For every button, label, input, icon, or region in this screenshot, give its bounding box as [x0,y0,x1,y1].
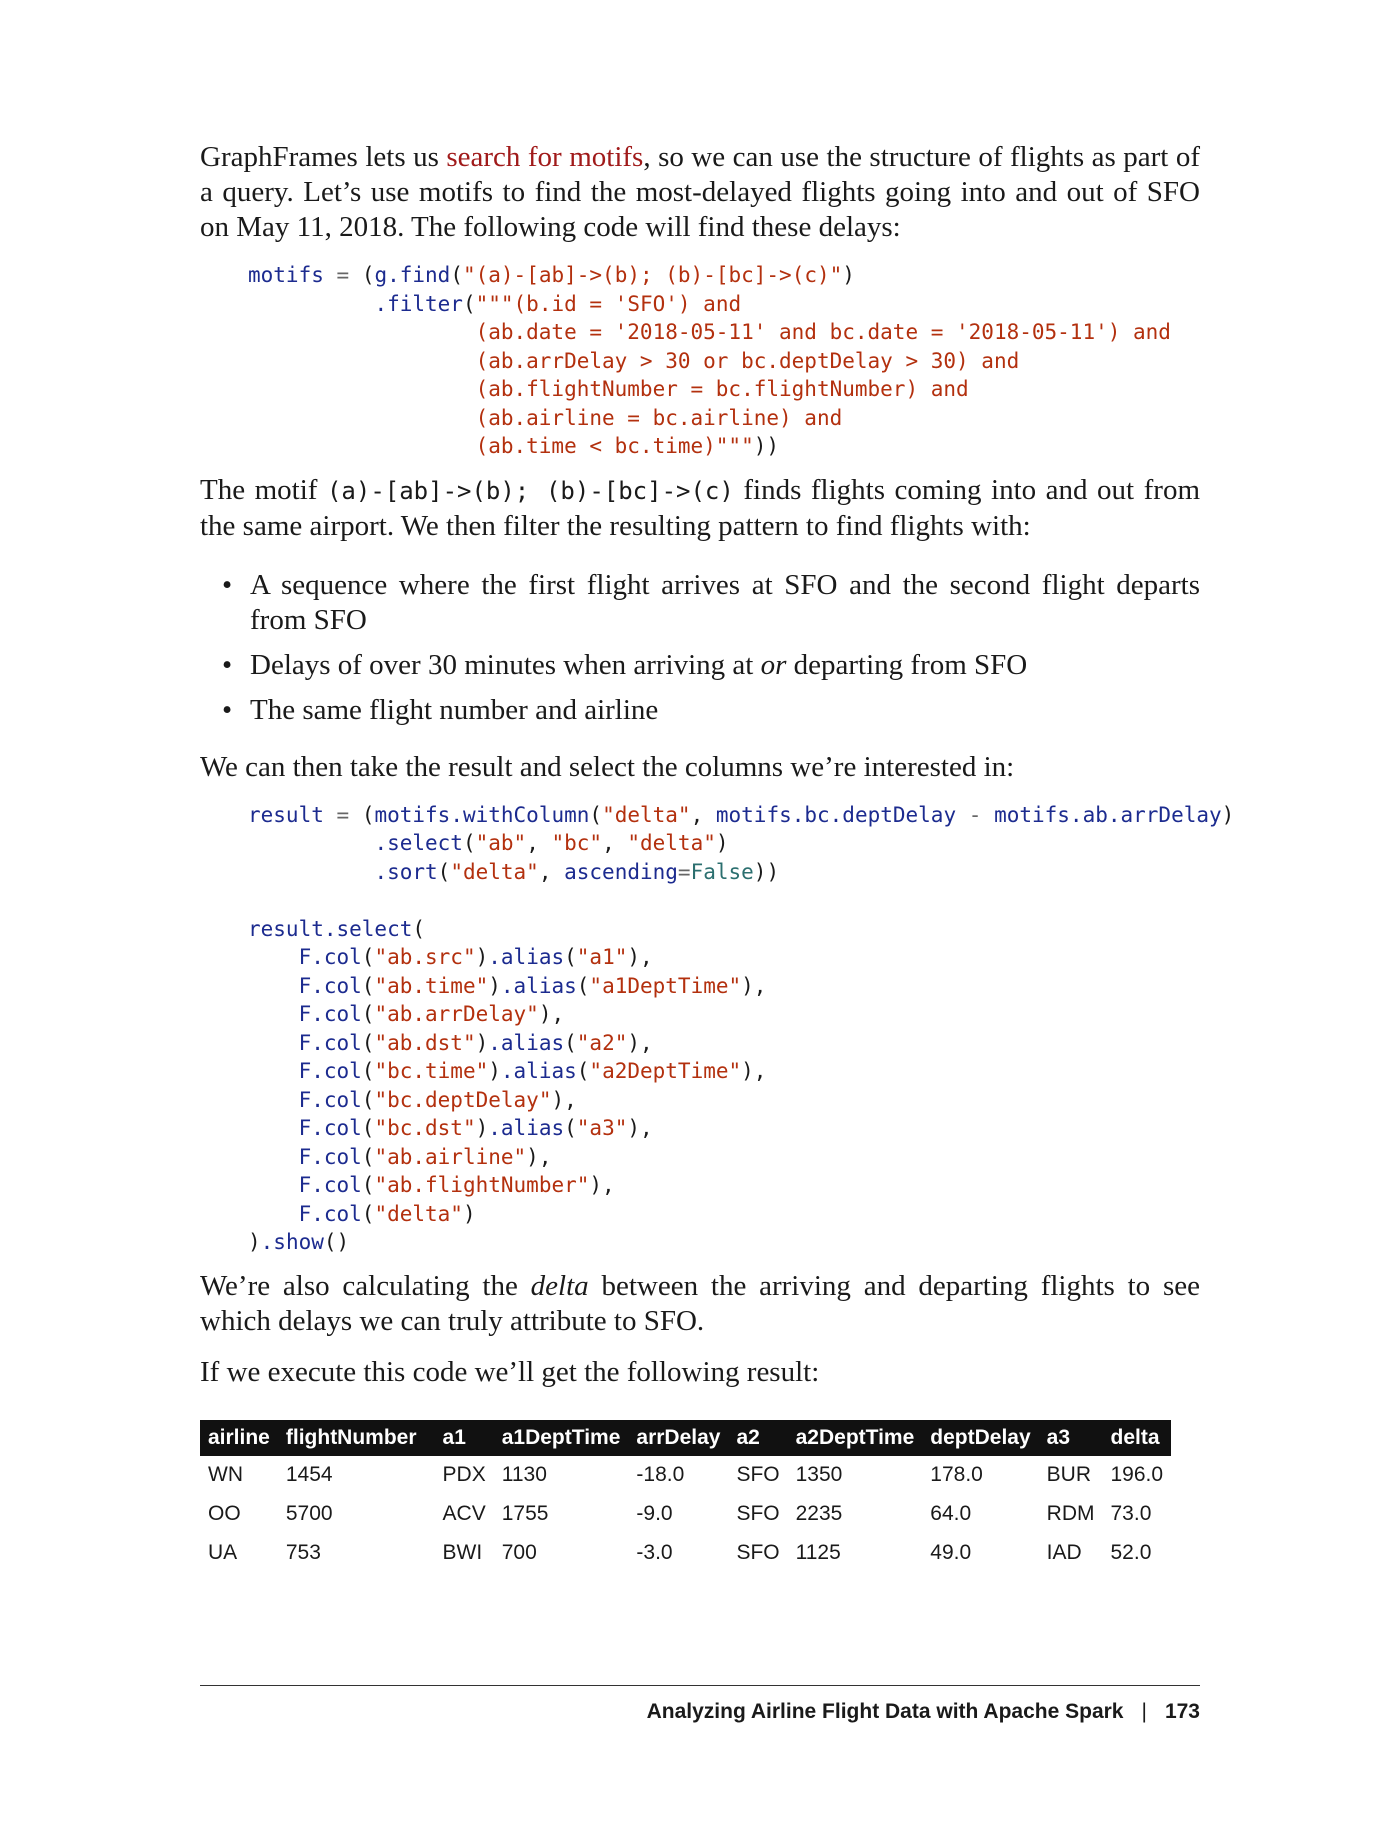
col-header-a2depttime: a2DeptTime [787,1419,923,1456]
cell-flightnumber: 753 [285,1541,321,1564]
code-line: (ab.time < bc.time)""")) [248,434,780,458]
code-line: (ab.flightNumber = bc.flightNumber) and [248,377,969,401]
col-header-delta: delta [1102,1419,1172,1456]
cell-a2depttime: 2235 [795,1502,843,1525]
code-line: F.col("ab.airline"), [298,1144,552,1169]
list-item-text: The same flight number and airline [250,693,659,726]
code-line: (ab.arrDelay > 30 or bc.deptDelay > 30) … [248,348,1020,373]
emphasis-or: or [760,648,787,681]
cell-a2depttime: 1125 [795,1541,841,1564]
delta-paragraph: We’re also calculating the delta between… [200,1269,1200,1339]
cell-a1: PDX [442,1463,486,1486]
emphasis-delta: delta [530,1269,589,1302]
cell-flightnumber: 1454 [285,1463,333,1486]
code-line: F.col("ab.dst").alias("a2"), [298,1030,653,1055]
intro-paragraph: GraphFrames lets us search for motifs, s… [200,140,1200,245]
list-item: The same flight number and airline [200,693,1200,728]
col-header-airline: airline [200,1419,278,1456]
cell-deptdelay: 178.0 [930,1463,983,1486]
cell-a2: SFO [736,1541,780,1564]
footer-divider [200,1685,1200,1686]
intro-text-start: GraphFrames lets us [200,141,447,173]
cell-arrdelay: -18.0 [636,1463,685,1486]
code-line: F.col("bc.time").alias("a2DeptTime"), [298,1059,767,1083]
col-header-a1: a1 [434,1419,494,1456]
code-block-motifs: motifs = (g.find("(a)-[ab]->(b); (b)-[bc… [200,261,1200,461]
code-line: (ab.airline = bc.airline) and [248,405,843,430]
result-intro-paragraph: If we execute this code we’ll get the fo… [200,1355,820,1388]
col-header-arrdelay: arrDelay [628,1419,729,1456]
code-line: motifs = (g.find("(a)-[ab]->(b); (b)-[bc… [248,263,855,287]
cell-deptdelay: 49.0 [930,1541,972,1564]
code-line: F.col("bc.dst").alias("a3"), [298,1116,653,1140]
code-line: F.col("ab.src").alias("a1"), [298,945,653,969]
cell-a3: RDM [1046,1502,1095,1525]
cell-a2depttime: 1350 [795,1463,843,1486]
list-item-text: A sequence where the first flight arrive… [250,568,1200,636]
table-row: UA 753 BWI 700 -3.0 SFO 1125 49.0 IAD 52… [200,1534,1171,1573]
cell-delta: 73.0 [1110,1502,1152,1525]
table-header-row: airline flightNumber a1 a1DeptTime arrDe… [200,1419,1172,1456]
table-row: OO 5700 ACV 1755 -9.0 SFO 2235 64.0 RDM … [200,1495,1171,1534]
col-header-flightnumber: flightNumber [277,1419,435,1456]
list-item-text: departing from SFO [786,648,1028,681]
cell-arrdelay: -3.0 [636,1541,673,1564]
list-item-text: Delays of over 30 minutes when arriving … [250,648,761,681]
code-line: F.col("ab.arrDelay"), [298,1002,565,1026]
motif-text-start: The motif [200,473,327,506]
cell-a1depttime: 1755 [501,1502,549,1525]
cell-arrdelay: -9.0 [636,1502,673,1525]
footer-separator: | [1141,1700,1147,1723]
code-line: ).show() [248,1230,350,1254]
code-line: F.col("delta") [298,1201,476,1226]
motif-explanation-paragraph: The motif (a)-[ab]->(b); (b)-[bc]->(c) f… [200,473,1200,544]
cell-airline: UA [208,1541,238,1564]
cell-flightnumber: 5700 [285,1502,333,1525]
page-number: 173 [1164,1700,1200,1723]
cell-a2: SFO [736,1463,780,1486]
cell-airline: OO [208,1502,241,1525]
col-header-a2: a2 [728,1419,788,1456]
cell-delta: 196.0 [1110,1463,1164,1486]
list-item: Delays of over 30 minutes when arriving … [200,648,1200,683]
delta-text-start: We’re also calculating the [200,1269,531,1302]
inline-code-motif: (a)-[ab]->(b); (b)-[bc]->(c) [326,476,734,505]
code-line: .select("ab", "bc", "delta") [374,831,729,855]
code-line: result.select( [248,916,426,941]
list-item: A sequence where the first flight arrive… [200,568,1200,638]
table-row: WN 1454 PDX 1130 -18.0 SFO 1350 178.0 BU… [200,1456,1171,1495]
select-columns-paragraph: We can then take the result and select t… [200,750,1015,783]
code-block-result: result = (motifs.withColumn("delta", mot… [200,801,1234,1257]
search-motifs-link[interactable]: search for motifs [446,141,643,173]
cell-a3: IAD [1046,1541,1082,1564]
col-header-a3: a3 [1038,1419,1103,1456]
cell-a1: BWI [442,1541,483,1564]
cell-a1: ACV [442,1502,486,1525]
page-footer: Analyzing Airline Flight Data with Apach… [647,1700,1200,1724]
code-line: (ab.date = '2018-05-11' and bc.date = '2… [248,320,1171,344]
col-header-deptdelay: deptDelay [922,1419,1039,1456]
cell-deptdelay: 64.0 [930,1502,972,1525]
cell-a1depttime: 700 [501,1541,537,1564]
code-line: F.col("ab.time").alias("a1DeptTime"), [298,973,767,998]
footer-chapter-title: Analyzing Airline Flight Data with Apach… [646,1700,1124,1723]
code-line: .filter("""(b.id = 'SFO') and [374,291,742,316]
cell-a1depttime: 1130 [501,1463,547,1486]
code-line: F.col("ab.flightNumber"), [298,1173,615,1197]
filter-criteria-list: A sequence where the first flight arrive… [200,568,1200,728]
code-line: result = (motifs.withColumn("delta", mot… [248,802,1235,827]
page-content: GraphFrames lets us search for motifs, s… [200,140,1234,1573]
cell-a2: SFO [736,1502,780,1525]
code-line: F.col("bc.deptDelay"), [298,1087,577,1112]
cell-delta: 52.0 [1110,1541,1152,1564]
cell-a3: BUR [1046,1463,1092,1486]
result-table: airline flightNumber a1 a1DeptTime arrDe… [200,1419,1172,1573]
code-line: .sort("delta", ascending=False)) [374,859,780,884]
col-header-a1depttime: a1DeptTime [493,1419,629,1456]
cell-airline: WN [208,1463,243,1486]
